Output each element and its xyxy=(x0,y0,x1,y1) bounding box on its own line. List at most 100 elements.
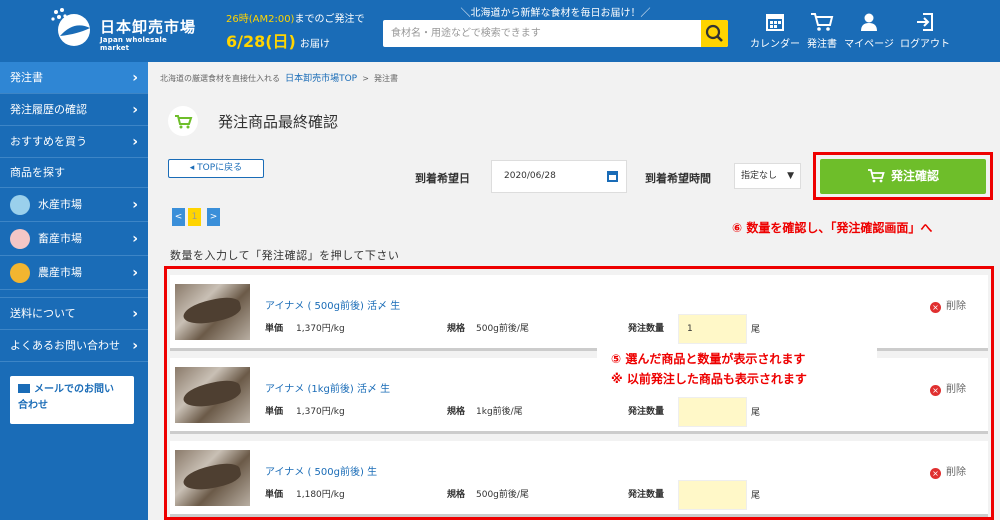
pagination-prev[interactable]: < xyxy=(172,208,185,226)
calendar-icon xyxy=(766,14,784,31)
sidebar-item-label: よくあるお問い合わせ xyxy=(10,339,120,352)
breadcrumb-separator: > xyxy=(362,74,369,83)
qty-unit: 尾 xyxy=(751,408,761,418)
product-name[interactable]: アイナメ ( 500g前後) 生 xyxy=(265,463,377,478)
sidebar-item-shipping[interactable]: 送料について › xyxy=(0,298,148,330)
order-qty-input[interactable]: 1 xyxy=(678,314,747,344)
nav-calendar[interactable]: カレンダー xyxy=(750,12,800,50)
nav-logout[interactable]: ログアウト xyxy=(900,12,950,50)
order-qty-label: 発注数量 xyxy=(628,490,665,500)
product-image[interactable] xyxy=(175,367,250,423)
order-qty-label: 発注数量 xyxy=(628,324,665,334)
spec-value: 1kg前後/尾 xyxy=(476,407,523,417)
search-bar xyxy=(383,20,728,47)
logo-mark-icon xyxy=(51,8,90,46)
delete-button[interactable]: × 削除 xyxy=(930,463,966,479)
product-name[interactable]: アイナメ ( 500g前後) 活〆 生 xyxy=(265,297,400,312)
sidebar-item-order-form[interactable]: 発注書 › xyxy=(0,62,148,94)
product-image[interactable] xyxy=(175,284,250,340)
delete-button[interactable]: × 削除 xyxy=(930,297,966,313)
qty-unit: 尾 xyxy=(751,325,761,335)
sidebar-section-header: 商品を探す xyxy=(0,158,148,188)
arrival-time-label: 到着希望時間 xyxy=(645,172,711,185)
arrival-date-value: 2020/06/28 xyxy=(504,171,556,181)
sidebar-item-label: 農産市場 xyxy=(38,266,82,279)
order-confirm-label: 発注確認 xyxy=(890,169,939,183)
vegetable-icon xyxy=(10,263,30,283)
spec-label: 規格 xyxy=(447,490,466,500)
product-image[interactable] xyxy=(175,450,250,506)
spec-value: 500g前後/尾 xyxy=(476,324,529,334)
sidebar-item-faq[interactable]: よくあるお問い合わせ › xyxy=(0,330,148,362)
pagination-current[interactable]: 1 xyxy=(188,208,201,226)
close-icon: × xyxy=(930,468,941,479)
annotation-step-6: ⑥ 数量を確認し、「発注確認画面」へ xyxy=(732,221,933,235)
close-icon: × xyxy=(930,385,941,396)
title-cart-badge xyxy=(168,106,198,136)
page-title: 発注商品最終確認 xyxy=(218,113,339,131)
annotation-step-5: ⑤ 選んだ商品と数量が表示されます ※ 以前発注した商品も表示されます xyxy=(597,346,877,392)
calendar-icon[interactable] xyxy=(607,171,618,182)
sidebar-item-produce[interactable]: 農産市場 › xyxy=(0,256,148,290)
sidebar-divider xyxy=(0,290,148,298)
fish-icon xyxy=(10,195,30,215)
nav-order[interactable]: 発注書 xyxy=(804,12,840,50)
arrival-time-value: 指定なし xyxy=(741,171,778,181)
order-qty-input[interactable] xyxy=(678,480,747,510)
cart-icon xyxy=(811,13,834,31)
sidebar-item-livestock[interactable]: 畜産市場 › xyxy=(0,222,148,256)
spec-label: 規格 xyxy=(447,324,466,334)
order-qty-label: 発注数量 xyxy=(628,407,665,417)
arrival-date-field[interactable]: 2020/06/28 xyxy=(491,160,627,193)
mail-contact-label-2: 合わせ xyxy=(18,400,48,411)
site-logo[interactable]: 日本卸売市場 Japan wholesale market xyxy=(48,6,198,56)
delivery-deadline: 26時(AM2:00)までのご発注で 6/28(日) お届け xyxy=(226,10,376,52)
annotation-step-5-line2: ※ 以前発注した商品も表示されます xyxy=(611,372,807,386)
search-input[interactable] xyxy=(383,20,701,47)
sidebar-item-seafood[interactable]: 水産市場 › xyxy=(0,188,148,222)
sidebar: 発注書 › 発注履歴の確認 › おすすめを買う › 商品を探す 水産市場 › 畜… xyxy=(0,62,148,520)
unit-price-label: 単価 xyxy=(265,490,284,500)
chevron-right-icon: › xyxy=(132,338,138,354)
product-card: アイナメ ( 500g前後) 活〆 生 単価 1,370円/kg 規格 500g… xyxy=(170,275,988,351)
cart-icon xyxy=(867,169,885,183)
order-qty-input[interactable] xyxy=(678,397,747,427)
search-icon xyxy=(705,24,723,42)
chevron-right-icon: › xyxy=(132,265,138,281)
search-button[interactable] xyxy=(701,20,728,47)
unit-price-label: 単価 xyxy=(265,407,284,417)
back-to-top-button[interactable]: ◂ TOPに戻る xyxy=(168,159,264,178)
chevron-right-icon: › xyxy=(132,134,138,150)
site-header: 日本卸売市場 Japan wholesale market 26時(AM2:00… xyxy=(0,0,1000,62)
sidebar-item-order-history[interactable]: 発注履歴の確認 › xyxy=(0,94,148,126)
arrival-time-select[interactable]: 指定なし ▼ xyxy=(734,163,801,189)
spec-value: 500g前後/尾 xyxy=(476,490,529,500)
chevron-right-icon: › xyxy=(132,102,138,118)
chevron-right-icon: › xyxy=(132,70,138,86)
logo-subtitle: Japan wholesale market xyxy=(100,36,167,52)
cart-icon xyxy=(175,115,193,129)
deadline-time: 26時(AM2:00) xyxy=(226,14,295,25)
sidebar-item-label: 畜産市場 xyxy=(38,232,82,245)
annotation-step-5-line1: ⑤ 選んだ商品と数量が表示されます xyxy=(611,352,806,366)
pagination-next[interactable]: > xyxy=(207,208,220,226)
nav-calendar-label: カレンダー xyxy=(750,39,800,50)
breadcrumb-link-top[interactable]: 日本卸売市場TOP xyxy=(285,74,357,84)
user-icon xyxy=(861,13,877,31)
nav-mypage-label: マイページ xyxy=(844,39,894,50)
order-confirm-button[interactable]: 発注確認 xyxy=(820,159,986,194)
delete-button[interactable]: × 削除 xyxy=(930,380,966,396)
breadcrumb-prefix: 北海道の厳選食材を直接仕入れる xyxy=(160,74,280,83)
nav-order-label: 発注書 xyxy=(807,39,837,50)
product-name[interactable]: アイナメ (1kg前後) 活〆 生 xyxy=(265,380,390,395)
mail-contact-button[interactable]: メールでのお問い 合わせ xyxy=(10,376,134,424)
header-tagline: ＼北海道から新鮮な食材を毎日お届け！／ xyxy=(460,8,651,19)
close-icon: × xyxy=(930,302,941,313)
sidebar-item-recommended[interactable]: おすすめを買う › xyxy=(0,126,148,158)
nav-mypage[interactable]: マイページ xyxy=(844,12,894,50)
breadcrumb: 北海道の厳選食材を直接仕入れる 日本卸売市場TOP > 発注書 xyxy=(160,71,398,84)
nav-logout-label: ログアウト xyxy=(900,39,950,50)
mail-contact-label-1: メールでのお問い xyxy=(34,384,114,395)
pig-icon xyxy=(10,229,30,249)
mail-icon xyxy=(18,384,30,393)
